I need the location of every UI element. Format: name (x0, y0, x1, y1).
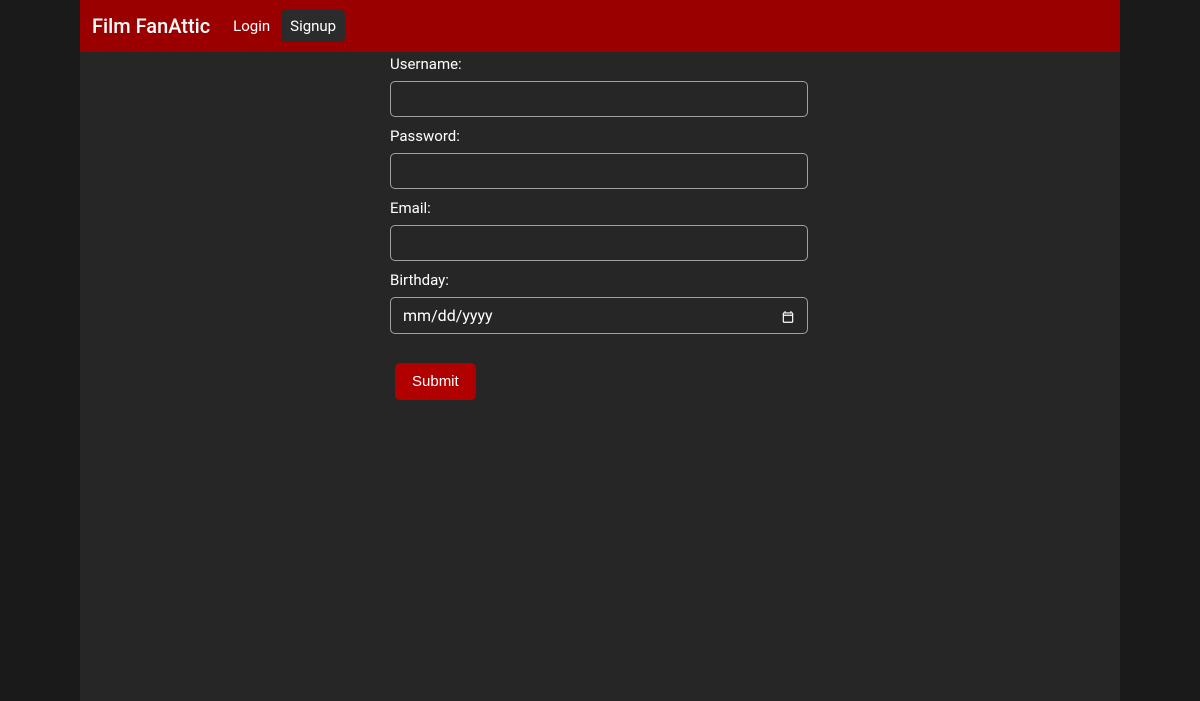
username-input[interactable] (390, 81, 808, 117)
birthday-input[interactable]: mm/dd/yyyy (390, 297, 808, 334)
brand-title[interactable]: Film FanAttic (92, 14, 210, 38)
nav-signup[interactable]: Signup (281, 10, 345, 42)
email-group: Email: (390, 199, 1120, 271)
signup-form: Username: Password: Email: Birthday: mm/… (80, 52, 1120, 400)
birthday-group: Birthday: mm/dd/yyyy (390, 271, 1120, 334)
email-input[interactable] (390, 225, 808, 261)
password-label: Password: (390, 127, 1120, 145)
navbar: Film FanAttic Login Signup (80, 0, 1120, 52)
nav-links: Login Signup (224, 10, 345, 42)
birthday-placeholder: mm/dd/yyyy (403, 306, 781, 325)
birthday-label: Birthday: (390, 271, 1120, 289)
password-input[interactable] (390, 153, 808, 189)
nav-login[interactable]: Login (224, 10, 279, 42)
main-content: Username: Password: Email: Birthday: mm/… (80, 52, 1120, 701)
username-group: Username: (390, 55, 1120, 127)
username-label: Username: (390, 55, 1120, 73)
email-label: Email: (390, 199, 1120, 217)
calendar-icon[interactable] (781, 309, 795, 323)
password-group: Password: (390, 127, 1120, 199)
submit-button[interactable]: Submit (395, 363, 476, 400)
